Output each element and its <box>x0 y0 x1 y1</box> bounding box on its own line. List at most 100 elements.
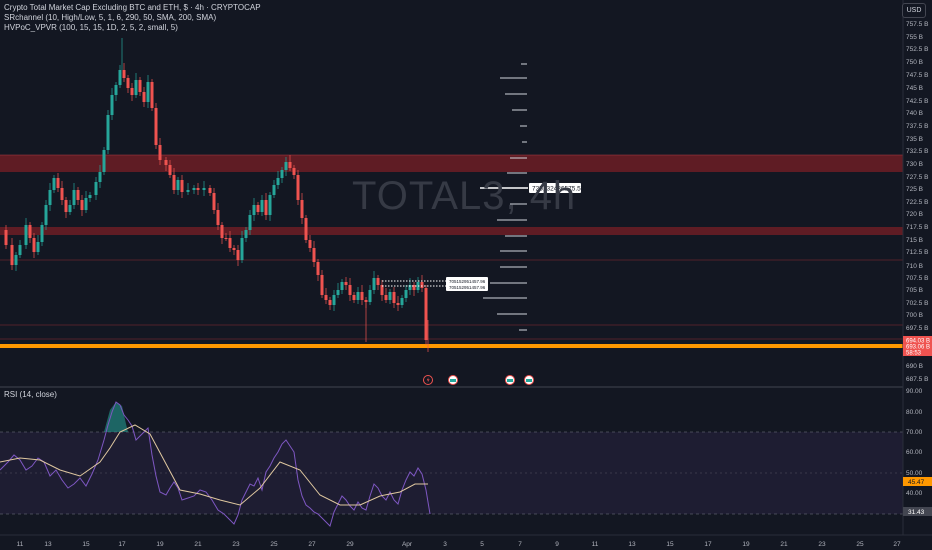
candle-body <box>312 248 316 262</box>
time-tick-label: 7 <box>518 541 522 548</box>
candle-body <box>64 200 68 212</box>
candle-body <box>192 188 196 190</box>
price-tick-label: 730 B <box>906 161 923 168</box>
candle-body <box>236 250 240 260</box>
candle-body <box>392 292 396 303</box>
candle-body <box>76 190 80 200</box>
price-tick-label: 727.5 B <box>906 174 928 181</box>
time-tick-label: 29 <box>346 541 354 548</box>
candle-body <box>332 295 336 305</box>
candle-body <box>224 238 228 239</box>
candle-body <box>72 190 76 205</box>
candle-body <box>142 92 146 102</box>
candle-body <box>36 242 40 252</box>
price-tick-label: 720 B <box>906 211 923 218</box>
chart-title[interactable]: Crypto Total Market Cap Excluding BTC an… <box>4 3 261 12</box>
candle-body <box>154 108 158 145</box>
chart-canvas[interactable]: 725132436575.59 705152951457.96 70515295… <box>0 0 932 550</box>
candle-body <box>52 178 56 190</box>
time-tick-label: 5 <box>480 541 484 548</box>
event-lightning-icon[interactable] <box>423 375 433 385</box>
rsi-legend[interactable]: RSI (14, close) <box>4 390 57 399</box>
candle-body <box>146 82 150 102</box>
candle-body <box>252 205 256 215</box>
candle-body <box>60 188 64 200</box>
candle-body <box>268 195 272 215</box>
candle-body <box>102 150 106 172</box>
price-tick-label: 700 B <box>906 312 923 319</box>
time-axis[interactable] <box>0 535 932 550</box>
price-tick-label: 737.5 B <box>906 123 928 130</box>
price-tick-label: 702.5 B <box>906 300 928 307</box>
candle-body <box>208 188 212 193</box>
candle-body <box>134 80 138 95</box>
candle-body <box>400 298 404 305</box>
candle-body <box>106 115 110 150</box>
event-earnings-icon-1[interactable] <box>448 375 458 385</box>
event-earnings-icon-3[interactable] <box>524 375 534 385</box>
time-tick-label: 11 <box>592 541 599 548</box>
candle-body <box>244 230 248 238</box>
candle-body <box>284 162 288 170</box>
time-tick-label: Apr <box>402 541 413 548</box>
candle-body <box>88 195 92 198</box>
candle-body <box>404 290 408 298</box>
candle-body <box>68 205 72 212</box>
candle-body <box>388 292 392 300</box>
time-tick-label: 19 <box>156 541 164 548</box>
symbol-watermark: TOTAL3, 4h <box>352 174 577 218</box>
event-earnings-icon-2[interactable] <box>505 375 515 385</box>
candle-body <box>240 238 244 260</box>
price-tick-label: 745 B <box>906 85 923 92</box>
candle-body <box>118 70 122 85</box>
candle-body <box>114 85 118 95</box>
candle-body <box>280 170 284 178</box>
time-tick-label: 11 <box>17 541 24 548</box>
candle-body <box>384 295 388 300</box>
candle-body <box>216 210 220 225</box>
candle-body <box>376 278 380 285</box>
price-tick-label: 732.5 B <box>906 148 928 155</box>
price-tick-label: 725 B <box>906 186 923 193</box>
candle-body <box>292 168 296 175</box>
candle-body <box>308 240 312 248</box>
time-tick-label: 17 <box>118 541 126 548</box>
candle-body <box>264 200 268 215</box>
currency-button[interactable]: USD <box>902 3 926 18</box>
price-tick-label: 687.5 B <box>906 376 928 383</box>
rsi-value: 31.43 <box>908 509 925 516</box>
price-tick-label: 697.5 B <box>906 325 928 332</box>
candle-body <box>180 180 184 192</box>
time-tick-label: 17 <box>704 541 712 548</box>
candle-body <box>340 282 344 290</box>
candle-body <box>4 230 8 245</box>
candle-body <box>336 290 340 295</box>
indicator-srchannel-legend[interactable]: SRchannel (10, High/Low, 5, 1, 6, 290, 5… <box>4 13 216 22</box>
time-tick-label: 21 <box>194 541 202 548</box>
candle-body <box>424 288 428 340</box>
price-tick-label: 705 B <box>906 287 923 294</box>
candle-body <box>396 303 400 305</box>
price-tick-label: 750 B <box>906 59 923 66</box>
candle-body <box>158 145 162 160</box>
candle-body <box>176 180 180 190</box>
price-tick-label: 707.5 B <box>906 275 928 282</box>
price-tick-label: 710 B <box>906 263 923 270</box>
candle-body <box>316 262 320 275</box>
resistance-zone-lower <box>0 227 903 235</box>
candle-body <box>256 205 260 212</box>
price-tick-label: 715 B <box>906 237 923 244</box>
candle-body <box>24 225 28 245</box>
candle-body <box>248 215 252 230</box>
price-tick-label: 717.5 B <box>906 224 928 231</box>
time-tick-label: 25 <box>856 541 864 548</box>
indicator-hvpoc-legend[interactable]: HVPoC_VPVR (100, 15, 15, 1D, 2, 5, 2, sm… <box>4 23 178 32</box>
candle-countdown: 58:53 <box>906 351 922 357</box>
small-label-1: 705152951457.96 <box>449 279 486 284</box>
candle-body <box>80 200 84 210</box>
candle-body <box>276 178 280 185</box>
time-tick-label: 19 <box>742 541 750 548</box>
time-tick-label: 23 <box>818 541 826 548</box>
candle-body <box>272 185 276 195</box>
time-tick-label: 23 <box>232 541 240 548</box>
